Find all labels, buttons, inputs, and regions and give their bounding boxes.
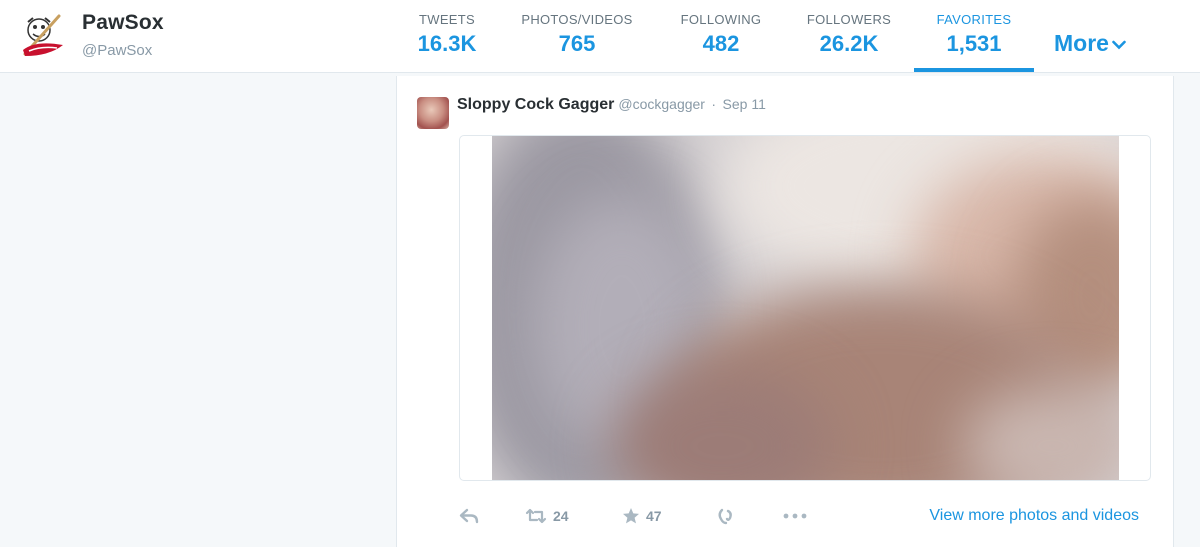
profile-handle[interactable]: @PawSox [82,42,152,59]
tweet-header: Sloppy Cock Gagger @cockgagger · Sep 11 [457,96,766,114]
more-label: More [1054,30,1109,56]
stat-value: 26.2K [819,31,879,56]
stat-photos-videos[interactable]: PHOTOS/VIDEOS 765 [510,0,644,72]
stat-tweets[interactable]: TWEETS 16.3K [405,0,489,72]
profile-name[interactable]: PawSox [82,11,164,35]
more-options-button[interactable] [782,504,808,528]
stat-favorites[interactable]: FAVORITES 1,531 [914,0,1034,72]
profile-avatar[interactable] [19,12,67,60]
tweet-card: Sloppy Cock Gagger @cockgagger · Sep 11 2… [396,76,1174,547]
separator-dot: · [711,96,717,112]
view-more-photos-link[interactable]: View more photos and videos [929,507,1139,525]
vine-icon [718,508,732,525]
stat-label: PHOTOS/VIDEOS [521,12,633,27]
ellipsis-icon [783,513,807,519]
stat-followers[interactable]: FOLLOWERS 26.2K [796,0,902,72]
retweet-icon [525,508,547,524]
profile-nav-bar: PawSox @PawSox TWEETS 16.3K PHOTOS/VIDEO… [0,0,1200,73]
stat-label: TWEETS [419,12,475,27]
stat-label: FOLLOWING [680,12,762,27]
favorite-button[interactable]: 47 [622,504,662,528]
pawsox-logo-icon [23,14,63,56]
stat-label: FAVORITES [936,12,1012,27]
tweet-date[interactable]: Sep 11 [723,96,766,112]
stat-label: FOLLOWERS [806,12,892,27]
favorite-count: 47 [646,508,662,524]
blurred-photo[interactable] [492,136,1119,480]
retweet-count: 24 [553,508,569,524]
reply-button[interactable] [459,504,479,528]
stat-value: 1,531 [946,31,1002,56]
tweet-author-name[interactable]: Sloppy Cock Gagger [457,96,614,113]
chevron-down-icon [1112,40,1126,50]
vine-button[interactable] [716,504,736,528]
stat-following[interactable]: FOLLOWING 482 [670,0,772,72]
tweet-actions: 24 47 View more photos and videos [459,504,1159,528]
stat-value: 482 [702,31,740,56]
reply-icon [459,508,479,524]
stat-value: 765 [558,31,596,56]
tweet-author-handle[interactable]: @cockgagger [618,96,705,112]
tweet-author-avatar[interactable] [417,97,449,129]
stat-value: 16.3K [417,31,477,56]
star-icon [623,508,639,524]
active-tab-indicator [914,68,1034,72]
more-menu-button[interactable]: More [1054,30,1126,57]
retweet-button[interactable]: 24 [525,504,569,528]
tweet-media-container[interactable] [459,135,1151,481]
